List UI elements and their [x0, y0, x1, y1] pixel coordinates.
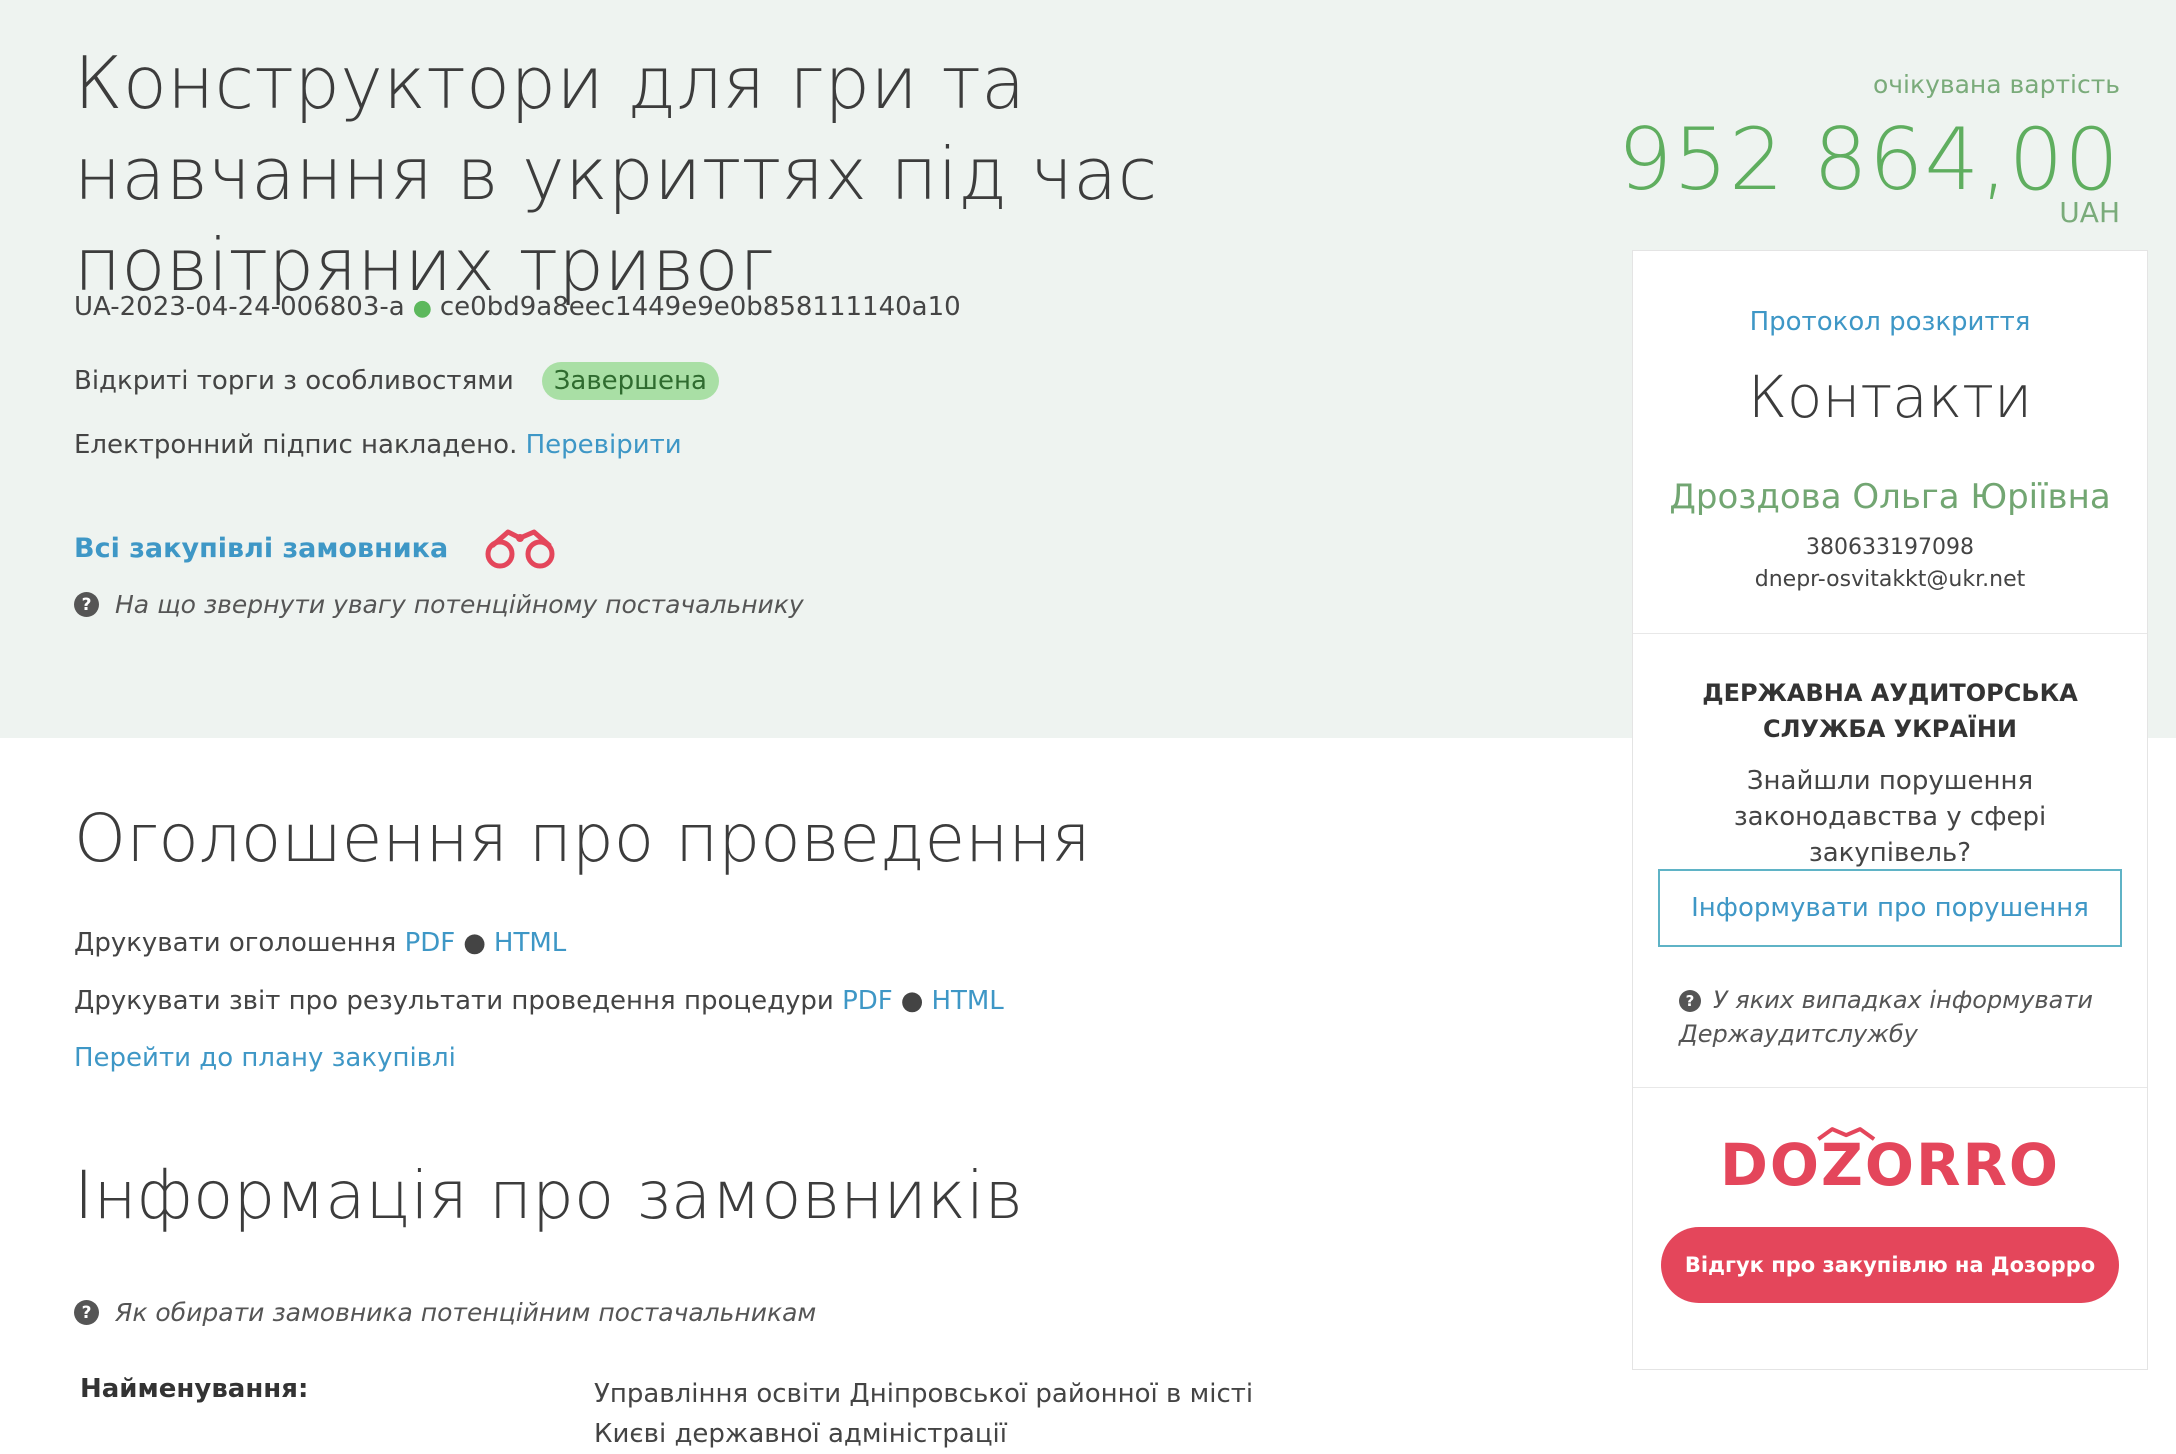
contact-name: Дроздова Ольга Юріївна	[1669, 477, 2111, 517]
divider	[1633, 1087, 2147, 1088]
expected-cost-value: 952 864,00	[1617, 110, 2120, 210]
dozorro-logo-text: DOZORRO	[1720, 1131, 2060, 1199]
status-badge: Завершена	[541, 362, 719, 400]
tender-hash: ce0bd9a8eec1449e9e0b858111140a10	[439, 292, 961, 322]
customer-hint[interactable]: ? Як обирати замовника потенційним поста…	[74, 1298, 816, 1327]
dozorro-logo: DOZORRO	[1720, 1127, 2060, 1199]
audit-hint[interactable]: ? У яких випадках інформувати Держаудитсл…	[1679, 983, 2119, 1051]
divider	[1633, 633, 2147, 634]
audit-service-text: Знайшли порушення законодавства у сфері …	[1733, 766, 2047, 868]
customer-name-label: Найменування:	[80, 1374, 309, 1404]
question-circle-icon: ?	[1679, 990, 1701, 1012]
opening-protocol-link[interactable]: Протокол розкриття	[1633, 307, 2147, 337]
print-announcement-label: Друкувати оголошення	[74, 928, 397, 958]
print-report-line: Друкувати звіт про результати проведення…	[74, 986, 1004, 1016]
signature-text: Електронний підпис накладено.	[74, 430, 518, 460]
question-circle-icon: ?	[74, 592, 99, 617]
binoculars-icon[interactable]	[480, 524, 562, 572]
supplier-hint-text: На що звернути увагу потенційному постач…	[115, 590, 804, 619]
procurement-plan-link[interactable]: Перейти до плану закупівлі	[74, 1043, 456, 1073]
expected-cost-label: очікувана вартість	[1872, 70, 2120, 99]
expected-cost-currency: UAH	[2059, 196, 2120, 229]
report-pdf-link[interactable]: PDF	[842, 986, 893, 1016]
bullet: ●	[463, 928, 486, 958]
customer-hint-text: Як обирати замовника потенційним постача…	[115, 1298, 817, 1327]
print-report-label: Друкувати звіт про результати проведення…	[74, 986, 834, 1016]
procedure-line: Відкриті торги з особливостями Завершена	[74, 362, 719, 400]
contacts-title: Контакти	[1747, 363, 2033, 431]
all-purchases-link[interactable]: Всі закупівлі замовника	[74, 533, 448, 564]
tender-id-line: UA-2023-04-24-006803-a ● ce0bd9a8eec1449e9…	[74, 292, 961, 322]
tender-id: UA-2023-04-24-006803-a	[74, 292, 405, 322]
audit-service-title: ДЕРЖАВНА АУДИТОРСЬКА СЛУЖБА УКРАЇНИ	[1702, 679, 2078, 743]
contact-phone: 380633197098	[1806, 535, 1974, 560]
all-purchases-row: Всі закупівлі замовника	[74, 524, 562, 572]
separator-dot: ●	[412, 296, 432, 321]
print-announcement-line: Друкувати оголошення PDF ● HTML	[74, 928, 566, 958]
announcement-html-link[interactable]: HTML	[494, 928, 566, 958]
report-violation-button[interactable]: Інформувати про порушення	[1658, 869, 2122, 947]
contact-email: dnepr-osvitakkt@ukr.net	[1754, 567, 2026, 592]
supplier-hint[interactable]: ? На що звернути увагу потенційному пост…	[74, 590, 804, 619]
dozorro-feedback-button[interactable]: Відгук про закупівлю на Дозорро	[1661, 1227, 2119, 1303]
question-circle-icon: ?	[74, 1300, 99, 1325]
sidebar-card: Протокол розкриття Контакти Дроздова Оль…	[1632, 250, 2148, 1370]
report-html-link[interactable]: HTML	[931, 986, 1003, 1016]
page-title: Конструктори для гри та навчання в укрит…	[74, 41, 1158, 307]
verify-signature-link[interactable]: Перевірити	[526, 430, 682, 460]
bullet: ●	[900, 986, 924, 1016]
announcement-pdf-link[interactable]: PDF	[405, 928, 456, 958]
announcement-title: Оголошення про проведення	[74, 800, 1091, 877]
procedure-type: Відкриті торги з особливостями	[74, 366, 514, 396]
customer-name-value: Управління освіти Дніпровської районної …	[594, 1379, 1254, 1449]
audit-hint-text: У яких випадках інформувати Держаудитслу…	[1679, 986, 2093, 1048]
customers-title: Інформація про замовників	[74, 1157, 1024, 1234]
plan-line: Перейти до плану закупівлі	[74, 1043, 456, 1073]
signature-line: Електронний підпис накладено. Перевірити	[74, 430, 682, 460]
